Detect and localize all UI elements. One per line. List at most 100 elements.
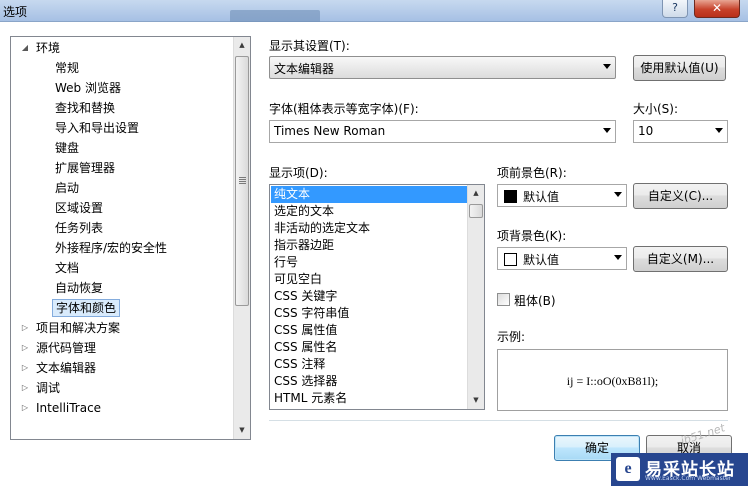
tree-item-label: 任务列表 [55, 221, 104, 235]
tree-item-label: 字体和颜色 [52, 299, 121, 317]
show-settings-value: 文本编辑器 [274, 62, 335, 76]
sample-text: ij = I::oO(0xB81l); [566, 374, 659, 388]
tree-item[interactable]: ▷ 源代码管理 [11, 339, 233, 357]
scroll-down-icon[interactable]: ▼ [468, 392, 484, 409]
scroll-thumb[interactable] [235, 56, 249, 306]
tree-item-label: 调试 [36, 381, 61, 395]
tree-item[interactable]: ▷ 调试 [11, 379, 233, 397]
collapsed-arrow-icon[interactable]: ▷ [20, 359, 30, 377]
expanded-arrow-icon[interactable]: ◢ [20, 39, 30, 57]
display-list-item[interactable]: 指示器边距 [271, 237, 467, 254]
foreground-custom-button[interactable]: 自定义(C)... [633, 183, 728, 209]
use-defaults-button[interactable]: 使用默认值(U) [633, 55, 726, 81]
display-list-item[interactable]: CSS 关键字 [271, 288, 467, 305]
watermark-logo: e 易采站长站 Www.Easck.Com Webmaster [611, 453, 748, 486]
tree-item[interactable]: 常规 [11, 59, 233, 77]
grip-icon [239, 177, 246, 184]
show-settings-select[interactable]: 文本编辑器 [269, 56, 616, 79]
display-list-item[interactable]: 行号 [271, 254, 467, 271]
scroll-up-icon[interactable]: ▲ [234, 37, 250, 54]
tree-item[interactable]: 任务列表 [11, 219, 233, 237]
tree-item[interactable]: 字体和颜色 [11, 299, 233, 317]
collapsed-arrow-icon[interactable]: ▷ [20, 339, 30, 357]
display-list-item[interactable]: HTML 元素名 [271, 390, 467, 407]
background-custom-button[interactable]: 自定义(M)... [633, 246, 728, 272]
tree-item[interactable]: ◢ 环境 [11, 39, 233, 57]
font-select[interactable]: Times New Roman [269, 120, 616, 143]
options-tree[interactable]: ◢ 环境常规 Web 浏览器查找和替换导入和导出设置 键盘扩展管理器启动区域设置任务列… [10, 36, 251, 440]
tree-item[interactable]: ▷ 文本编辑器 [11, 359, 233, 377]
display-items-inner: 纯文本 选定的文本 非活动的选定文本 指示器边距 行号 可见空白 CSS 关键字 CSS 字符… [270, 185, 468, 409]
tree-item-label: 文档 [55, 261, 80, 275]
chevron-down-icon [715, 128, 723, 133]
tree-item[interactable]: ▷ IntelliTrace [11, 399, 233, 417]
display-list-item[interactable]: CSS 选择器 [271, 373, 467, 390]
tree-item-label: 外接程序/宏的安全性 [55, 241, 168, 255]
tree-item-label: 导入和导出设置 [55, 121, 140, 135]
chevron-down-icon [603, 64, 611, 69]
list-scrollbar[interactable]: ▲ ▼ [467, 185, 484, 409]
tree-item[interactable]: 导入和导出设置 [11, 119, 233, 137]
background-select[interactable]: 默认值 [497, 247, 627, 270]
tree-item[interactable]: 自动恢复 [11, 279, 233, 297]
tree-scrollbar[interactable]: ▲ ▼ [233, 37, 250, 439]
scroll-down-icon[interactable]: ▼ [234, 422, 250, 439]
display-items-list[interactable]: 纯文本 选定的文本 非活动的选定文本 指示器边距 行号 可见空白 CSS 关键字 CSS 字符… [269, 184, 485, 410]
footer-divider [269, 420, 728, 421]
display-list-item[interactable]: CSS 字符串值 [271, 305, 467, 322]
display-items-label: 显示项(D): [269, 166, 328, 180]
tree-item[interactable]: Web 浏览器 [11, 79, 233, 97]
background-label: 项背景色(K): [497, 229, 567, 243]
font-value: Times New Roman [274, 124, 386, 138]
bold-label[interactable]: 粗体(B) [514, 292, 556, 309]
tree-list: ◢ 环境常规 Web 浏览器查找和替换导入和导出设置 键盘扩展管理器启动区域设置任务列… [11, 37, 234, 439]
foreground-label: 项前景色(R): [497, 166, 567, 180]
tree-item[interactable]: 区域设置 [11, 199, 233, 217]
display-list-item[interactable]: 非活动的选定文本 [271, 220, 467, 237]
display-list-item[interactable]: 可见空白 [271, 271, 467, 288]
chevron-down-icon [614, 255, 622, 260]
foreground-swatch [504, 190, 517, 203]
display-list-item[interactable]: CSS 属性名 [271, 339, 467, 356]
background-value: 默认值 [523, 253, 560, 267]
tree-item[interactable]: 查找和替换 [11, 99, 233, 117]
watermark-sub: Www.Easck.Com Webmaster [645, 475, 732, 482]
chevron-down-icon [603, 128, 611, 133]
collapsed-arrow-icon[interactable]: ▷ [20, 399, 30, 417]
scroll-thumb[interactable] [469, 204, 483, 218]
size-select[interactable]: 10 [633, 120, 728, 143]
tree-item-label: 区域设置 [55, 201, 104, 215]
size-label: 大小(S): [633, 102, 679, 116]
window-title: 选项 [3, 5, 28, 19]
tree-item[interactable]: 启动 [11, 179, 233, 197]
collapsed-arrow-icon[interactable]: ▷ [20, 319, 30, 337]
sample-label: 示例: [497, 330, 526, 344]
tree-item[interactable]: 键盘 [11, 139, 233, 157]
display-list-item[interactable]: 纯文本 [271, 186, 467, 203]
scroll-up-icon[interactable]: ▲ [468, 185, 484, 202]
display-list-item[interactable]: CSS 属性值 [271, 322, 467, 339]
tree-item[interactable]: 文档 [11, 259, 233, 277]
display-list-item[interactable]: CSS 注释 [271, 356, 467, 373]
display-list-item[interactable]: 选定的文本 [271, 203, 467, 220]
tree-item-label: 环境 [36, 41, 61, 55]
tree-item[interactable]: 外接程序/宏的安全性 [11, 239, 233, 257]
tree-item[interactable]: 扩展管理器 [11, 159, 233, 177]
tree-item-label: 键盘 [55, 141, 80, 155]
bold-checkbox[interactable] [497, 293, 510, 306]
options-dialog: ◢ 环境常规 Web 浏览器查找和替换导入和导出设置 键盘扩展管理器启动区域设置任务列… [0, 22, 748, 486]
tree-item-label: 文本编辑器 [36, 361, 97, 375]
close-button[interactable]: ✕ [694, 0, 740, 18]
title-bar: 选项 ? ✕ [0, 0, 748, 24]
tree-item-label: 启动 [55, 181, 80, 195]
collapsed-arrow-icon[interactable]: ▷ [20, 379, 30, 397]
tree-item-label: IntelliTrace [36, 401, 102, 415]
tree-item-label: Web 浏览器 [55, 81, 121, 95]
chevron-down-icon [614, 192, 622, 197]
foreground-select[interactable]: 默认值 [497, 184, 627, 207]
sample-preview: ij = I::oO(0xB81l); [497, 349, 728, 411]
show-settings-label: 显示其设置(T): [269, 39, 350, 53]
tree-item[interactable]: ▷ 项目和解决方案 [11, 319, 233, 337]
help-button[interactable]: ? [662, 0, 688, 18]
foreground-value: 默认值 [523, 190, 560, 204]
